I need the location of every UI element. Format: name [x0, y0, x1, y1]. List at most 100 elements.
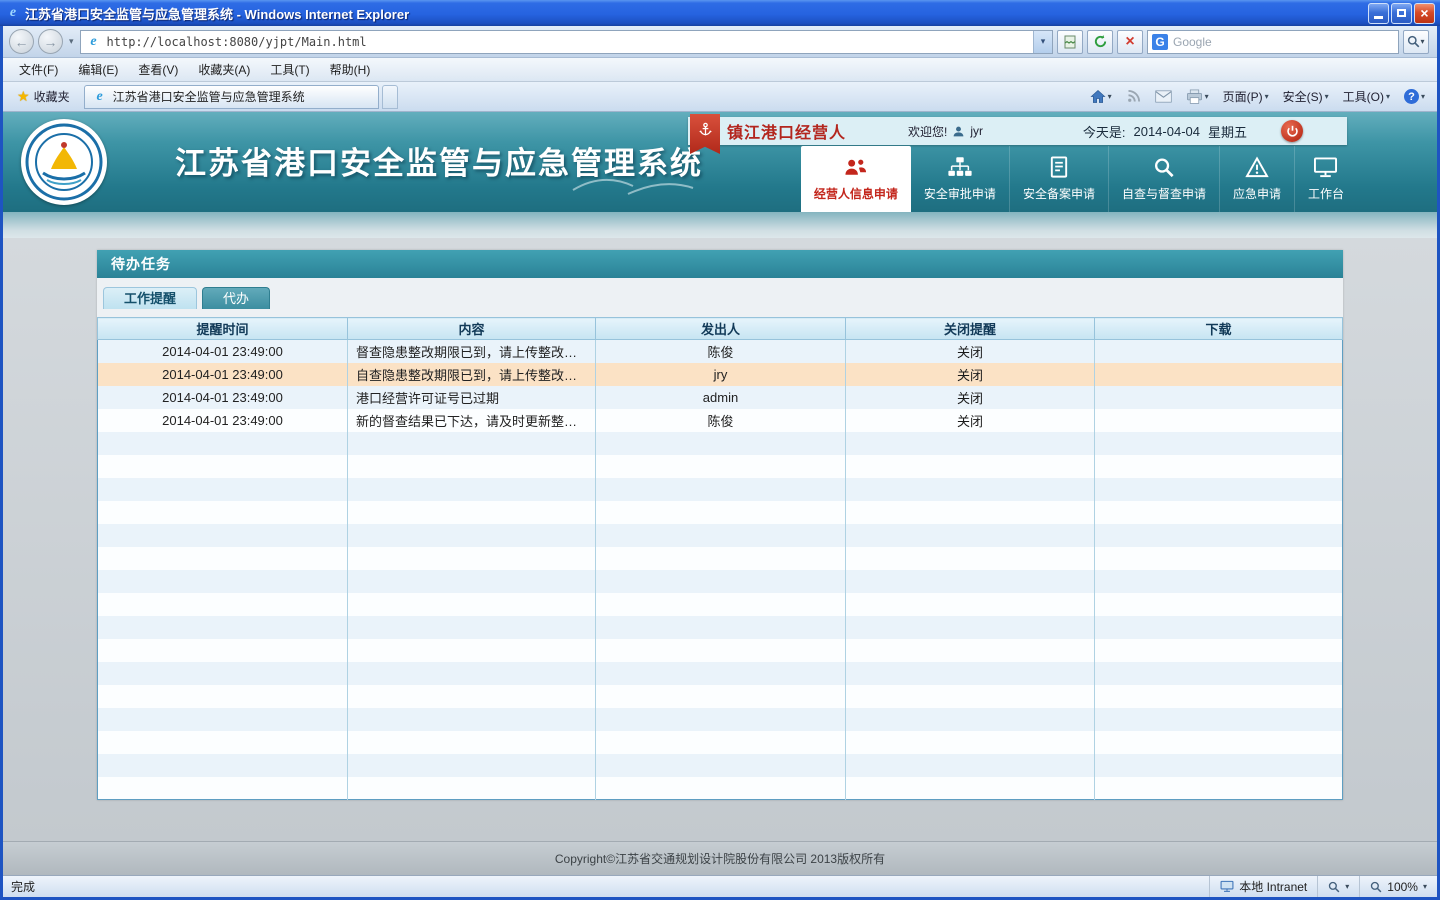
menu-bar: 文件(F) 编辑(E) 查看(V) 收藏夹(A) 工具(T) 帮助(H) — [3, 58, 1437, 82]
url-dropdown[interactable]: ▾ — [1033, 31, 1052, 53]
nav-emergency[interactable]: 应急申请 — [1219, 146, 1294, 212]
cell-empty — [98, 616, 348, 639]
minimize-button[interactable] — [1368, 3, 1389, 24]
cell-sender: 陈俊 — [596, 340, 846, 363]
stop-button[interactable]: × — [1117, 30, 1143, 54]
search-input[interactable] — [1173, 35, 1394, 49]
page-menu-button[interactable]: 页面(P) ▾ — [1219, 86, 1273, 107]
url-field[interactable]: e ▾ — [80, 30, 1053, 54]
cell-empty — [98, 662, 348, 685]
cell-empty — [1095, 432, 1343, 455]
search-box[interactable]: G — [1147, 30, 1399, 54]
cell-empty — [1095, 524, 1343, 547]
table-row[interactable]: 2014-04-01 23:49:00督查隐患整改期限已到，请上传整改结果…陈俊… — [98, 340, 1343, 363]
cell-close[interactable]: 关闭 — [846, 340, 1095, 363]
cell-close[interactable]: 关闭 — [846, 386, 1095, 409]
feeds-button[interactable] — [1122, 87, 1145, 106]
new-tab-button[interactable] — [382, 85, 398, 109]
maximize-icon — [1397, 9, 1406, 17]
tab-pending[interactable]: 代办 — [202, 287, 270, 309]
menu-favorites[interactable]: 收藏夹(A) — [188, 58, 260, 81]
cell-empty — [846, 639, 1095, 662]
cell-empty — [1095, 708, 1343, 731]
cell-empty — [596, 593, 846, 616]
page-dropdown-arrow: ▾ — [1265, 92, 1269, 101]
menu-help[interactable]: 帮助(H) — [320, 58, 381, 81]
cell-sender: admin — [596, 386, 846, 409]
close-reminder-link[interactable]: 关闭 — [957, 414, 983, 429]
table-row-empty — [98, 616, 1343, 639]
nav-safety-filing[interactable]: 安全备案申请 — [1009, 146, 1108, 212]
search-button[interactable]: ▾ — [1403, 30, 1429, 54]
table-row[interactable]: 2014-04-01 23:49:00自查隐患整改期限已到，请上传整改结果…jr… — [98, 363, 1343, 386]
google-logo-icon: G — [1152, 34, 1168, 50]
safety-menu-button[interactable]: 安全(S) ▾ — [1279, 86, 1333, 107]
site-header: 江苏省港口安全监管与应急管理系统 镇 — [3, 112, 1437, 212]
cell-empty — [1095, 777, 1343, 800]
tools-menu-button[interactable]: 工具(O) ▾ — [1339, 86, 1394, 107]
print-button[interactable]: ▾ — [1182, 87, 1213, 107]
compatibility-view-button[interactable] — [1057, 30, 1083, 54]
cell-download — [1095, 363, 1343, 386]
table-row-empty — [98, 501, 1343, 524]
nav-operator-info[interactable]: 经营人信息申请 — [801, 146, 911, 212]
cell-empty — [98, 501, 348, 524]
url-input[interactable] — [107, 35, 1033, 49]
nav-safety-approval[interactable]: 安全审批申请 — [911, 146, 1009, 212]
cell-empty — [1095, 616, 1343, 639]
col-header-content: 内容 — [348, 318, 596, 340]
cell-empty — [846, 478, 1095, 501]
cell-close[interactable]: 关闭 — [846, 363, 1095, 386]
cell-empty — [596, 501, 846, 524]
menu-tools[interactable]: 工具(T) — [260, 58, 319, 81]
cell-empty — [348, 731, 596, 754]
refresh-button[interactable] — [1087, 30, 1113, 54]
table-row[interactable]: 2014-04-01 23:49:00新的督查结果已下达，请及时更新整改结果陈俊… — [98, 409, 1343, 432]
recent-pages-dropdown[interactable]: ▾ — [67, 36, 76, 47]
forward-button[interactable]: → — [38, 29, 63, 54]
org-chart-icon — [947, 156, 973, 179]
table-row-empty — [98, 685, 1343, 708]
nav-inspection[interactable]: 自查与督查申请 — [1108, 146, 1219, 212]
home-button[interactable]: ▾ — [1086, 87, 1116, 106]
logout-button[interactable] — [1281, 120, 1303, 142]
zoom-menu-button[interactable]: ▾ — [1317, 876, 1359, 897]
zoom-level-button[interactable]: 100% ▾ — [1359, 876, 1437, 897]
help-icon: ? — [1404, 89, 1419, 104]
table-row-empty — [98, 547, 1343, 570]
browser-tab[interactable]: e 江苏省港口安全监管与应急管理系统 — [84, 85, 379, 109]
search-options-dropdown[interactable]: ▾ — [1420, 37, 1424, 46]
cell-sender: 陈俊 — [596, 409, 846, 432]
tab-work-reminder[interactable]: 工作提醒 — [103, 287, 197, 309]
menu-edit[interactable]: 编辑(E) — [68, 58, 128, 81]
menu-file[interactable]: 文件(F) — [9, 58, 68, 81]
welcome-group: 欢迎您! jyr — [908, 123, 983, 140]
cell-empty — [1095, 455, 1343, 478]
close-button[interactable]: × — [1414, 3, 1435, 24]
table-row-empty — [98, 524, 1343, 547]
todo-table-body: 2014-04-01 23:49:00督查隐患整改期限已到，请上传整改结果…陈俊… — [98, 340, 1343, 800]
main-nav: 经营人信息申请 安全审批申请 安全备案申请 — [801, 146, 1357, 212]
cell-empty — [596, 754, 846, 777]
maximize-button[interactable] — [1391, 3, 1412, 24]
title-bar: e 江苏省港口安全监管与应急管理系统 - Windows Internet Ex… — [0, 0, 1440, 26]
cell-empty — [1095, 639, 1343, 662]
close-reminder-link[interactable]: 关闭 — [957, 345, 983, 360]
cell-empty — [348, 524, 596, 547]
favorites-button[interactable]: ★ 收藏夹 — [9, 85, 78, 108]
date-group: 今天是: 2014-04-04 星期五 — [1083, 122, 1247, 141]
col-header-time: 提醒时间 — [98, 318, 348, 340]
close-reminder-link[interactable]: 关闭 — [957, 368, 983, 383]
table-row[interactable]: 2014-04-01 23:49:00港口经营许可证号已过期admin关闭 — [98, 386, 1343, 409]
nav-workbench[interactable]: 工作台 — [1294, 146, 1357, 212]
close-reminder-link[interactable]: 关闭 — [957, 391, 983, 406]
back-button[interactable]: ← — [9, 29, 34, 54]
help-button[interactable]: ? ▾ — [1400, 87, 1429, 106]
stop-icon: × — [1125, 34, 1134, 50]
read-mail-button[interactable] — [1151, 88, 1176, 105]
close-icon: × — [1420, 6, 1428, 20]
cell-empty — [596, 432, 846, 455]
menu-view[interactable]: 查看(V) — [128, 58, 188, 81]
printer-icon — [1186, 89, 1203, 105]
cell-close[interactable]: 关闭 — [846, 409, 1095, 432]
